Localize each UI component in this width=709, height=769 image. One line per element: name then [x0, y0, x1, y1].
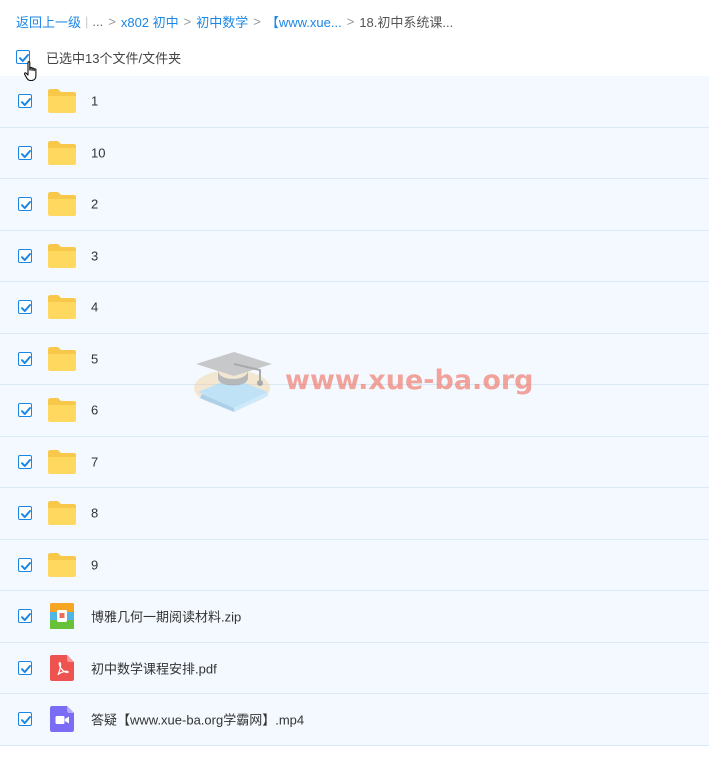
file-name[interactable]: 3 — [91, 248, 98, 263]
folder-icon — [47, 552, 77, 578]
folder-icon — [47, 294, 77, 320]
check-icon — [21, 458, 31, 467]
file-row[interactable]: 1 — [0, 76, 709, 128]
file-row[interactable]: 5 — [0, 333, 709, 385]
check-icon — [21, 716, 31, 725]
breadcrumb-separator: > — [346, 13, 355, 29]
file-name[interactable]: 7 — [91, 454, 98, 469]
file-name[interactable]: 5 — [91, 351, 98, 366]
file-row[interactable]: 7 — [0, 436, 709, 488]
file-row[interactable]: 3 — [0, 230, 709, 282]
breadcrumb-current: 18.初中系统课... — [359, 14, 454, 30]
file-row[interactable]: 6 — [0, 385, 709, 437]
file-name[interactable]: 答疑【www.xue-ba.org学霸网】.mp4 — [91, 710, 304, 729]
file-browser: 返回上一级 | ... > x802 初中 > 初中数学 > 【www.xue.… — [0, 0, 709, 769]
file-row[interactable]: 4 — [0, 282, 709, 334]
file-row[interactable]: 答疑【www.xue-ba.org学霸网】.mp4 — [0, 694, 709, 746]
file-checkbox[interactable] — [18, 145, 32, 160]
file-checkbox[interactable] — [18, 506, 32, 521]
file-checkbox[interactable] — [18, 351, 32, 366]
file-checkbox[interactable] — [18, 248, 32, 263]
hand-cursor-icon — [23, 61, 37, 82]
check-icon — [21, 201, 31, 210]
folder-icon — [47, 449, 77, 475]
zip-archive-icon — [47, 603, 77, 630]
back-link[interactable]: 返回上一级 — [16, 12, 81, 31]
breadcrumb-divider: | — [85, 13, 89, 29]
pdf-file-icon — [47, 654, 77, 681]
selection-count-label: 已选中13个文件/文件夹 — [46, 50, 182, 66]
file-checkbox[interactable] — [18, 197, 32, 212]
file-name[interactable]: 6 — [91, 403, 98, 418]
file-checkbox[interactable] — [18, 454, 32, 469]
file-checkbox[interactable] — [18, 609, 32, 624]
select-all-bar: 已选中13个文件/文件夹 — [16, 47, 181, 67]
folder-icon — [47, 140, 77, 166]
check-icon — [21, 252, 31, 261]
file-checkbox[interactable] — [18, 557, 32, 572]
folder-icon — [47, 243, 77, 269]
check-icon — [21, 304, 31, 313]
file-checkbox[interactable] — [18, 94, 32, 109]
check-icon — [21, 98, 31, 107]
breadcrumb-ellipsis[interactable]: ... — [92, 14, 103, 29]
file-row[interactable]: 初中数学课程安排.pdf — [0, 642, 709, 694]
file-name[interactable]: 8 — [91, 506, 98, 521]
breadcrumb-item[interactable]: 【www.xue... — [266, 12, 342, 31]
file-name[interactable]: 1 — [91, 94, 98, 109]
file-name[interactable]: 9 — [91, 557, 98, 572]
video-file-icon — [47, 706, 77, 733]
file-checkbox[interactable] — [18, 712, 32, 727]
folder-icon — [47, 88, 77, 114]
file-checkbox[interactable] — [18, 300, 32, 315]
breadcrumb-item[interactable]: x802 初中 — [121, 12, 179, 31]
breadcrumb-separator: > — [183, 13, 192, 29]
file-row[interactable]: 9 — [0, 539, 709, 591]
file-row[interactable]: 2 — [0, 179, 709, 231]
file-row[interactable]: 10 — [0, 127, 709, 179]
file-row[interactable]: 8 — [0, 488, 709, 540]
folder-icon — [47, 397, 77, 423]
check-icon — [21, 149, 31, 158]
file-checkbox[interactable] — [18, 403, 32, 418]
check-icon — [21, 355, 31, 364]
file-list: 1 10 2 3 4 5 6 7 8 9 博雅几何一期阅读材料.zip 初中数学课程安排.pdf 答疑【… — [0, 76, 709, 746]
folder-icon — [47, 500, 77, 526]
check-icon — [21, 407, 31, 416]
breadcrumb-separator: > — [108, 13, 116, 29]
check-icon — [21, 510, 31, 519]
check-icon — [21, 664, 31, 673]
folder-icon — [47, 191, 77, 217]
folder-icon — [47, 346, 77, 372]
file-row[interactable]: 博雅几何一期阅读材料.zip — [0, 591, 709, 643]
file-name[interactable]: 10 — [91, 145, 105, 160]
breadcrumb: 返回上一级 | ... > x802 初中 > 初中数学 > 【www.xue.… — [16, 11, 453, 31]
file-name[interactable]: 4 — [91, 300, 98, 315]
check-icon — [21, 613, 31, 622]
check-icon — [21, 561, 31, 570]
file-name[interactable]: 博雅几何一期阅读材料.zip — [91, 607, 241, 626]
file-name[interactable]: 2 — [91, 197, 98, 212]
file-checkbox[interactable] — [18, 660, 32, 675]
file-name[interactable]: 初中数学课程安排.pdf — [91, 658, 217, 677]
breadcrumb-item[interactable]: 初中数学 — [196, 12, 248, 31]
breadcrumb-separator: > — [253, 13, 261, 29]
